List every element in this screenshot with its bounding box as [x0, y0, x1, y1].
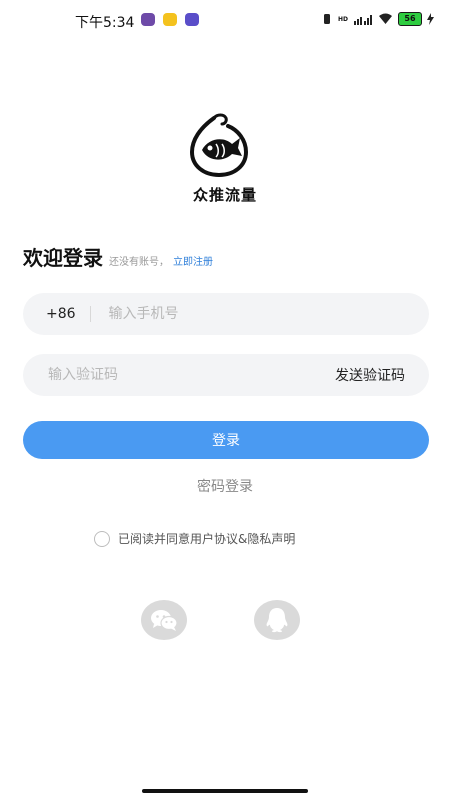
agreement-checkbox[interactable] [94, 530, 110, 547]
phone-input[interactable] [106, 305, 429, 323]
verification-code-field: 发送验证码 [23, 354, 429, 396]
send-code-button[interactable]: 发送验证码 [335, 365, 405, 385]
status-bar: 下午5:34 HD 56 [0, 0, 450, 40]
page-title: 欢迎登录 [23, 246, 103, 270]
hd-icon: HD [337, 15, 348, 23]
qq-icon [266, 608, 288, 633]
agreement-text[interactable]: 已阅读并同意用户协议&隐私声明 [118, 530, 295, 547]
charging-icon [427, 13, 434, 25]
password-login-link: 密码登录 [0, 476, 450, 496]
wifi-icon [379, 13, 392, 24]
battery-icon: 56 [398, 12, 422, 26]
brand-name: 众推流量 [192, 186, 257, 204]
no-account-text: 还没有账号， [109, 257, 169, 268]
signal-icon [354, 15, 372, 25]
notification-app-icon [141, 13, 155, 26]
wechat-icon [151, 610, 178, 631]
verification-code-input[interactable] [46, 366, 335, 384]
fish-logo-icon [189, 113, 249, 178]
register-link[interactable]: 立即注册 [173, 253, 213, 268]
qq-login-button[interactable] [254, 600, 300, 640]
notification-app-icon [163, 13, 177, 26]
status-notification-icons [141, 13, 199, 26]
status-time: 下午5:34 [75, 15, 135, 31]
agreement-row: 已阅读并同意用户协议&隐私声明 [94, 530, 295, 547]
notification-app-icon [185, 13, 199, 26]
vibrate-icon [323, 14, 330, 24]
country-code[interactable]: +86 [46, 306, 76, 322]
home-indicator[interactable] [142, 789, 308, 793]
status-indicators: HD 56 [321, 12, 434, 26]
field-divider [89, 306, 91, 322]
password-login-label[interactable]: 密码登录 [197, 479, 253, 495]
welcome-header: 欢迎登录 还没有账号， 立即注册 [23, 242, 213, 271]
phone-field: +86 [23, 293, 429, 335]
login-button[interactable]: 登录 [23, 421, 429, 459]
wechat-login-button[interactable] [141, 600, 187, 640]
